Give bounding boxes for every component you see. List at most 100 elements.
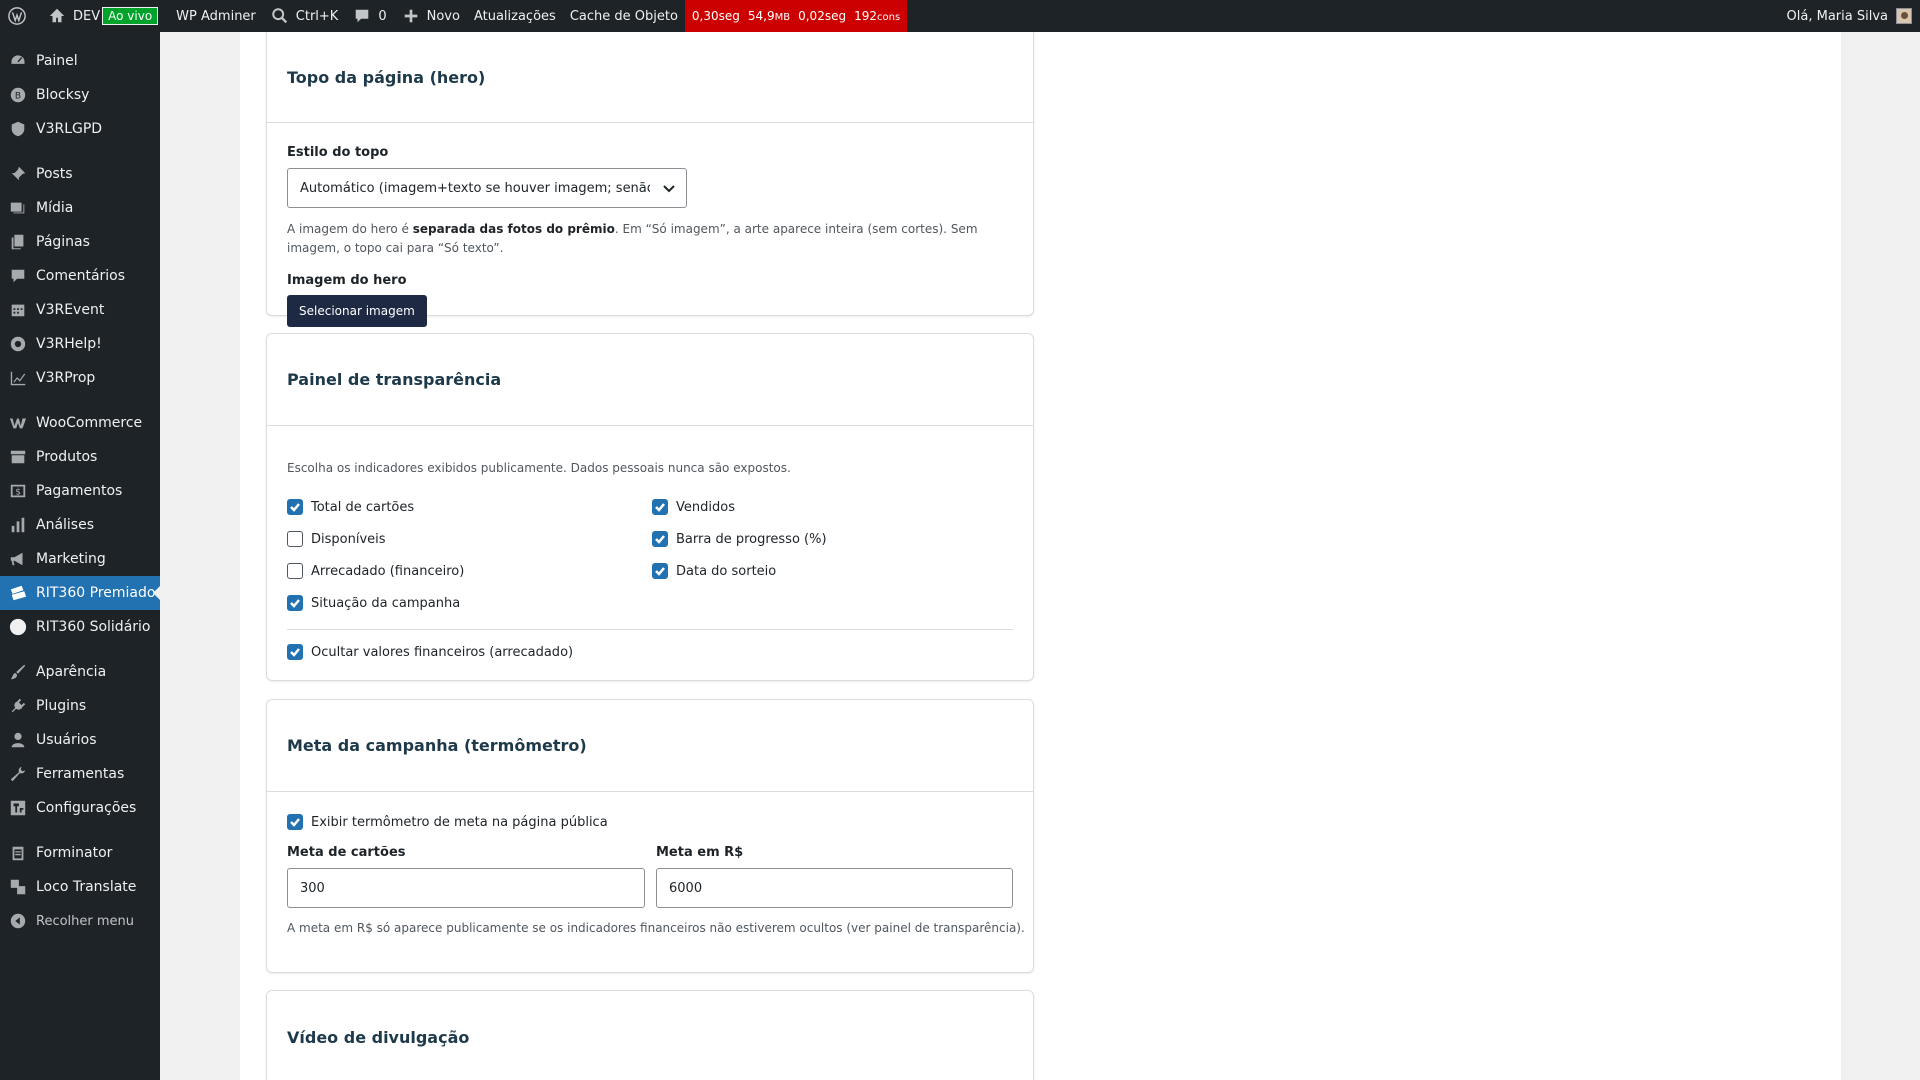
sidebar-item-label: RIT360 Premiado <box>36 585 156 601</box>
sidebar-item-ferramentas[interactable]: Ferramentas <box>0 757 160 791</box>
select-image-button[interactable]: Selecionar imagem <box>287 295 427 327</box>
new-content-button[interactable]: Novo <box>394 0 467 32</box>
sidebar-item-loco-translate[interactable]: Loco Translate <box>0 870 160 904</box>
dashboard-icon <box>8 51 28 71</box>
sidebar-item-label: RIT360 Solidário <box>36 619 151 635</box>
sidebar-item-configuracoes[interactable]: Configurações <box>0 791 160 825</box>
comments-count: 0 <box>378 8 387 24</box>
pages-icon <box>8 232 28 252</box>
checkbox-ocultar-financeiros[interactable]: Ocultar valores financeiros (arrecadado) <box>287 642 573 662</box>
transparency-section-title: Painel de transparência <box>287 370 502 389</box>
comments-link[interactable]: 0 <box>345 0 393 32</box>
divider <box>287 629 1013 630</box>
checkbox-data-sorteio[interactable]: Data do sorteio <box>652 561 776 581</box>
pin-icon <box>8 164 28 184</box>
cards-goal-input[interactable]: 300 <box>287 868 645 908</box>
updates-link[interactable]: Atualizações <box>467 0 563 32</box>
sidebar-item-usuarios[interactable]: Usuários <box>0 723 160 757</box>
archive-icon <box>8 447 28 467</box>
user-icon <box>8 730 28 750</box>
my-account-menu[interactable]: Olá, Maria Silva <box>1779 0 1920 32</box>
hero-image-help: A imagem do hero é separada das fotos do… <box>287 222 978 255</box>
megaphone-icon <box>8 549 28 569</box>
qm-db-time: 0,02seg <box>798 9 847 23</box>
search-shortcut: Ctrl+K <box>295 8 339 24</box>
query-monitor-button[interactable]: 0,30seg 54,9MB 0,02seg 192cons <box>684 0 908 32</box>
chevron-down-icon <box>660 179 678 197</box>
avatar <box>1896 8 1912 24</box>
collapse-menu-button[interactable]: Recolher menu <box>0 904 160 938</box>
sidebar-item-midia[interactable]: Mídia <box>0 191 160 225</box>
sidebar-item-label: Posts <box>36 166 73 182</box>
sidebar-item-forminator[interactable]: Forminator <box>0 836 160 870</box>
object-cache-link[interactable]: Cache de Objeto <box>563 0 685 32</box>
wrench-icon <box>8 764 28 784</box>
sidebar-item-label: Configurações <box>36 800 137 816</box>
money-goal-label: Meta em R$ <box>656 845 744 860</box>
sidebar-item-label: V3RHelp! <box>36 336 102 352</box>
wp-adminer-label: WP Adminer <box>176 8 256 24</box>
home-icon <box>47 6 67 26</box>
transparency-help: Escolha os indicadores exibidos publicam… <box>287 461 791 475</box>
blocksy-icon: B <box>8 85 28 105</box>
sidebar-item-analises[interactable]: Análises <box>0 508 160 542</box>
checkbox-barra-progresso[interactable]: Barra de progresso (%) <box>652 529 827 549</box>
sidebar-item-label: Ferramentas <box>36 766 125 782</box>
goal-help: A meta em R$ só aparece publicamente se … <box>287 921 1025 935</box>
checkbox-icon <box>287 814 303 830</box>
sidebar-item-painel[interactable]: Painel <box>0 44 160 78</box>
checkbox-total-cartoes[interactable]: Total de cartões <box>287 497 414 517</box>
sidebar-item-v3revent[interactable]: V3REvent <box>0 293 160 327</box>
video-card: Vídeo de divulgação <box>266 990 1034 1080</box>
checkbox-icon <box>287 644 303 660</box>
wordpress-logo-button[interactable] <box>0 0 40 32</box>
goal-card: Meta da campanha (termômetro) Exibir ter… <box>266 699 1034 973</box>
site-name-link[interactable]: DEV Ao vivo <box>40 0 169 32</box>
sidebar-item-aparencia[interactable]: Aparência <box>0 655 160 689</box>
checkbox-icon <box>652 531 668 547</box>
sidebar-item-label: Páginas <box>36 234 90 250</box>
collapse-icon <box>8 911 28 931</box>
sidebar-item-posts[interactable]: Posts <box>0 157 160 191</box>
sidebar-item-label: Mídia <box>36 200 74 216</box>
sidebar-item-comentarios[interactable]: Comentários <box>0 259 160 293</box>
comment-icon <box>352 6 372 26</box>
sidebar-item-label: Análises <box>36 517 95 533</box>
transparency-card: Painel de transparência Escolha os indic… <box>266 333 1034 681</box>
live-badge: Ao vivo <box>102 7 159 25</box>
plus-icon <box>401 6 421 26</box>
sidebar-item-v3rhelp[interactable]: V3RHelp! <box>0 327 160 361</box>
admin-bar: DEV Ao vivo WP Adminer Ctrl+K 0 Novo Atu… <box>0 0 1920 32</box>
checkbox-disponiveis[interactable]: Disponíveis <box>287 529 386 549</box>
checkbox-situacao-campanha[interactable]: Situação da campanha <box>287 593 460 613</box>
sidebar-item-v3rlgpd[interactable]: V3RLGPD <box>0 112 160 146</box>
money-goal-input[interactable]: 6000 <box>656 868 1013 908</box>
sidebar-item-produtos[interactable]: Produtos <box>0 440 160 474</box>
brush-icon <box>8 662 28 682</box>
site-name: DEV <box>73 8 101 24</box>
sidebar-item-label: Blocksy <box>36 87 90 103</box>
sidebar-item-paginas[interactable]: Páginas <box>0 225 160 259</box>
hero-style-select[interactable]: Automático (imagem+texto se houver image… <box>287 168 687 208</box>
sidebar-item-label: Forminator <box>36 845 113 861</box>
sidebar-item-v3rprop[interactable]: V3RProp <box>0 361 160 395</box>
command-search-button[interactable]: Ctrl+K <box>263 0 346 32</box>
sidebar-item-rit360-solidario[interactable]: RIT360 Solidário <box>0 610 160 644</box>
checkbox-vendidos[interactable]: Vendidos <box>652 497 735 517</box>
sidebar-item-rit360-premiado[interactable]: RIT360 Premiado <box>0 576 161 610</box>
sidebar-item-blocksy[interactable]: B Blocksy <box>0 78 160 112</box>
svg-text:B: B <box>15 92 21 102</box>
sidebar-item-label: Pagamentos <box>36 483 123 499</box>
wp-adminer-link[interactable]: WP Adminer <box>169 0 263 32</box>
tickets-icon <box>8 583 28 603</box>
sidebar-item-plugins[interactable]: Plugins <box>0 689 160 723</box>
cache-label: Cache de Objeto <box>569 8 678 24</box>
checkbox-arrecadado[interactable]: Arrecadado (financeiro) <box>287 561 464 581</box>
sidebar-item-marketing[interactable]: Marketing <box>0 542 160 576</box>
clipboard-icon <box>8 843 28 863</box>
hero-card: Topo da página (hero) Estilo do topo Aut… <box>266 32 1034 327</box>
checkbox-exibir-termometro[interactable]: Exibir termômetro de meta na página públ… <box>287 812 608 832</box>
main-content: Topo da página (hero) Estilo do topo Aut… <box>240 32 1841 1080</box>
sidebar-item-woocommerce[interactable]: WooCommerce <box>0 406 160 440</box>
sidebar-item-pagamentos[interactable]: $ Pagamentos <box>0 474 160 508</box>
